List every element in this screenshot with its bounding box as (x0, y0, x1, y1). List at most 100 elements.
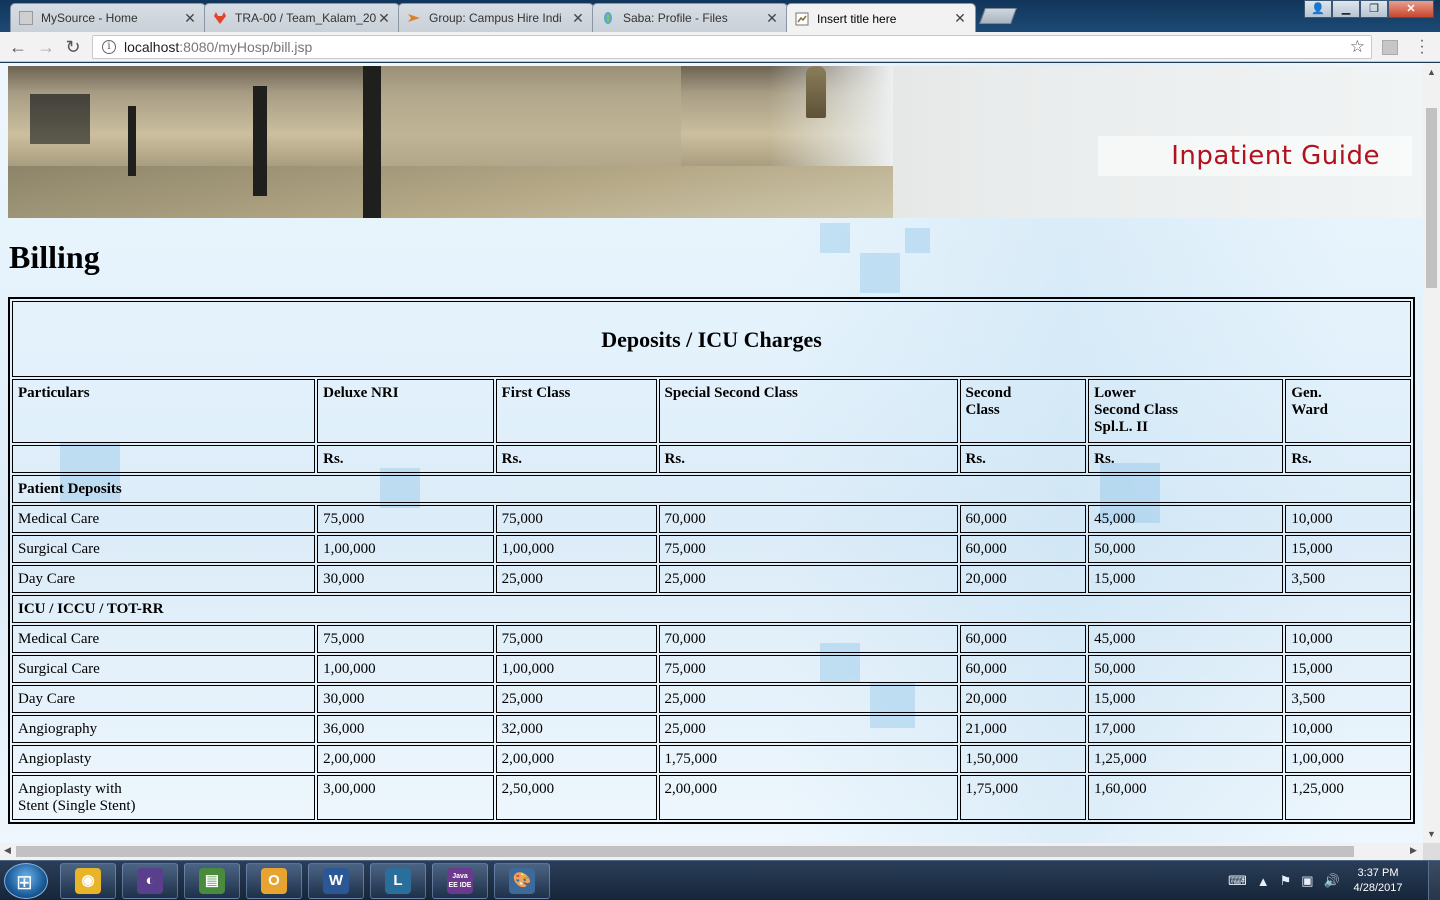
taskbar-app-button[interactable]: ▤ (184, 863, 240, 899)
horizontal-scroll-thumb[interactable] (16, 846, 1354, 857)
taskbar-app-button[interactable]: ◐ (122, 863, 178, 899)
tab-campus-hire-group[interactable]: Group: Campus Hire Indi ✕ (398, 3, 594, 32)
chrome-icon: ◉ (75, 868, 101, 894)
forward-arrow-icon[interactable]: → (36, 37, 56, 57)
tab-title: Insert title here (817, 11, 897, 26)
column-header: Particulars (12, 379, 316, 443)
new-tab-button[interactable] (979, 8, 1017, 24)
page-viewport: Inpatient Guide Billing Deposits / ICU C… (0, 63, 1423, 843)
chrome-menu-icon[interactable]: · · · (1414, 33, 1430, 61)
table-row: Medical Care 75,000 75,000 70,000 60,000 45,0… (12, 505, 1411, 533)
horizontal-scrollbar[interactable]: ◀ ▶ (0, 843, 1423, 860)
maximize-button[interactable]: ❐ (1360, 0, 1388, 18)
section-header-row: Patient Deposits (12, 475, 1411, 503)
charge-cell: 60,000 (959, 625, 1087, 653)
table-row: Day Care 30,000 25,000 25,000 20,000 15,000 3,… (12, 565, 1411, 593)
corridor-pillar (253, 86, 267, 196)
java-ee-ide-icon: Java EE IDE (447, 868, 473, 894)
start-button[interactable]: ⊞ (4, 863, 48, 899)
charge-cell: 25,000 (495, 565, 657, 593)
keyboard-icon[interactable]: ⌨ (1228, 873, 1247, 889)
taskbar-clock[interactable]: 3:37 PM 4/28/2017 (1348, 866, 1408, 896)
charge-cell: 50,000 (1088, 535, 1284, 563)
corridor-pillar (128, 106, 136, 176)
close-window-button[interactable]: ✕ (1388, 0, 1434, 18)
table-caption: Deposits / ICU Charges (12, 301, 1411, 377)
tab-title: Group: Campus Hire Indi (429, 11, 562, 25)
particular-cell: Day Care (12, 565, 316, 593)
tab-mysource-home[interactable]: MySource - Home ✕ (10, 3, 206, 32)
minimize-button[interactable]: ▁ (1332, 0, 1360, 18)
show-hidden-icons-icon[interactable]: ▲ (1257, 874, 1270, 889)
vertical-scrollbar[interactable]: ▲ ▼ (1423, 63, 1440, 843)
corridor-depth (30, 94, 90, 144)
charge-cell: 15,000 (1285, 535, 1411, 563)
close-tab-icon[interactable]: ✕ (765, 10, 779, 27)
close-tab-icon[interactable]: ✕ (183, 10, 197, 27)
particular-cell: Angiography (12, 715, 316, 743)
action-center-flag-icon[interactable]: ⚑ (1280, 873, 1292, 889)
taskbar-app-button[interactable]: L (370, 863, 426, 899)
charge-cell: 70,000 (658, 505, 958, 533)
tab-saba-profile[interactable]: Saba: Profile - Files ✕ (592, 3, 788, 32)
taskbar-app-button[interactable]: 🎨 (494, 863, 550, 899)
tab-gitlab[interactable]: TRA-00 / Team_Kalam_20 ✕ (204, 3, 400, 32)
currency-cell: Rs. (1285, 445, 1411, 473)
user-profile-icon[interactable]: 👤 (1304, 0, 1332, 18)
taskbar-app-button[interactable]: ◉ (60, 863, 116, 899)
currency-cell: Rs. (1088, 445, 1284, 473)
vertical-scroll-thumb[interactable] (1426, 108, 1437, 288)
scroll-left-arrow-icon[interactable]: ◀ (4, 845, 11, 856)
site-info-icon[interactable]: i (102, 40, 116, 54)
page-document-icon (795, 12, 809, 26)
reload-icon[interactable]: ↻ (63, 37, 83, 57)
charge-cell: 15,000 (1088, 685, 1284, 713)
taskbar-app-button[interactable]: Java EE IDE (432, 863, 488, 899)
volume-icon[interactable]: 🔊 (1324, 873, 1340, 889)
extension-icon[interactable] (1382, 40, 1398, 55)
particular-cell: Angioplasty with Stent (Single Stent) (12, 775, 316, 820)
column-header: Lower Second Class Spl.L. II (1088, 379, 1284, 443)
walking-person (806, 66, 826, 118)
close-tab-icon[interactable]: ✕ (571, 10, 585, 27)
column-header: Gen. Ward (1285, 379, 1411, 443)
scroll-right-arrow-icon[interactable]: ▶ (1410, 845, 1417, 856)
network-icon[interactable]: ▣ (1301, 873, 1313, 889)
page-favicon-icon (19, 11, 33, 25)
charge-cell: 25,000 (495, 685, 657, 713)
taskbar-app-button[interactable]: O (246, 863, 302, 899)
charge-cell: 36,000 (317, 715, 494, 743)
tab-title: Saba: Profile - Files (623, 11, 728, 25)
browser-toolbar: ← → ↻ i localhost:8080/myHosp/bill.jsp ☆… (0, 32, 1440, 62)
currency-cell: Rs. (495, 445, 657, 473)
address-bar[interactable]: i localhost:8080/myHosp/bill.jsp ☆ (92, 35, 1372, 59)
show-desktop-button[interactable] (1428, 861, 1440, 900)
browser-tab-strip: MySource - Home ✕ TRA-00 / Team_Kalam_20… (0, 0, 1440, 33)
word-icon: W (323, 868, 349, 894)
url-path: :8080/myHosp/bill.jsp (179, 39, 313, 55)
charge-cell: 75,000 (658, 535, 958, 563)
close-tab-icon[interactable]: ✕ (377, 10, 391, 27)
column-header: Second Class (959, 379, 1087, 443)
section-title: Patient Deposits (12, 475, 1411, 503)
charge-cell: 75,000 (495, 505, 657, 533)
eclipse-icon: ◐ (137, 868, 163, 894)
charge-cell: 20,000 (959, 685, 1087, 713)
windows-taskbar: ⊞ ◉ ◐ ▤ O W L Java EE IDE 🎨 ⌨ ▲ ⚑ ▣ 🔊 3:37 PM 4… (0, 860, 1440, 900)
particular-cell: Surgical Care (12, 655, 316, 683)
scroll-up-arrow-icon[interactable]: ▲ (1427, 67, 1436, 77)
back-arrow-icon[interactable]: ← (8, 37, 28, 57)
taskbar-app-button[interactable]: W (308, 863, 364, 899)
currency-cell: Rs. (317, 445, 494, 473)
corridor-floor (8, 166, 893, 218)
saba-leaf-icon (601, 11, 615, 25)
charge-cell: 15,000 (1088, 565, 1284, 593)
scroll-down-arrow-icon[interactable]: ▼ (1427, 829, 1436, 839)
tab-insert-title[interactable]: Insert title here ✕ (786, 3, 976, 33)
bookmark-star-icon[interactable]: ☆ (1350, 37, 1365, 57)
charge-cell: 10,000 (1285, 625, 1411, 653)
charge-cell: 75,000 (317, 505, 494, 533)
table-row: Day Care 30,000 25,000 25,000 20,000 15,000 3,… (12, 685, 1411, 713)
close-tab-icon[interactable]: ✕ (953, 10, 967, 27)
charge-cell: 1,00,000 (495, 535, 657, 563)
